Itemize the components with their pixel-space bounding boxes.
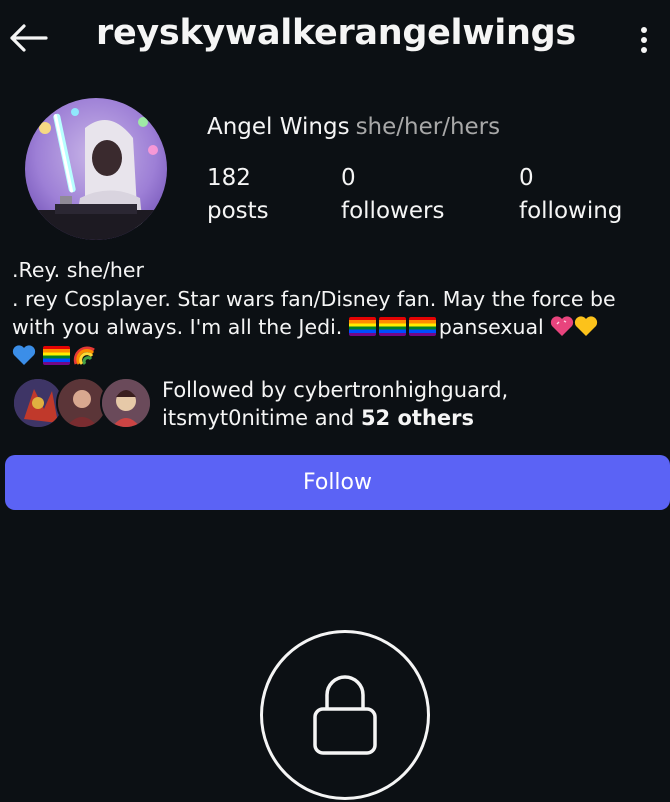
following-count: 0 <box>519 165 534 191</box>
posts-count: 182 <box>207 165 251 191</box>
rainbow-flag-icon <box>42 345 70 365</box>
profile-username: reyskywalkerangelwings <box>96 13 576 53</box>
bio-line <box>12 342 662 371</box>
posts-label: posts <box>207 198 269 224</box>
following-label: following <box>519 198 623 224</box>
posts-stat[interactable]: 182 posts <box>207 162 269 228</box>
bio: .Rey. she/her . rey Cosplayer. Star wars… <box>12 256 662 370</box>
rainbow-flag-icon <box>408 317 436 336</box>
avatar-image <box>25 98 167 240</box>
rainbow-flag-icon <box>348 317 376 336</box>
blue-heart-icon <box>12 344 36 365</box>
display-name: Angel Wings <box>207 114 350 140</box>
followed-by-names: itsmyt0nitime and <box>162 406 361 430</box>
top-bar: reyskywalkerangelwings <box>0 0 670 74</box>
pink-heart-icon <box>551 316 574 336</box>
following-stat[interactable]: 0 following <box>519 162 622 228</box>
bio-text: with you always. I'm all the Jedi. <box>12 315 349 339</box>
followers-label: followers <box>341 198 445 224</box>
follow-button[interactable]: Follow <box>5 455 670 510</box>
bio-line: .Rey. she/her <box>12 258 144 282</box>
rainbow-flag-icon <box>378 317 406 336</box>
followed-by-others: 52 others <box>360 406 474 430</box>
bio-text: pansexual <box>438 315 551 339</box>
back-button[interactable] <box>6 18 50 58</box>
yellow-heart-icon <box>575 316 598 336</box>
followed-by-line: Followed by cybertronhighguard, <box>162 378 509 402</box>
more-vertical-icon <box>641 27 647 53</box>
arrow-left-icon <box>10 24 48 52</box>
name-row: Angel Wings she/her/hers <box>207 114 500 140</box>
profile-avatar[interactable] <box>25 98 167 240</box>
followed-by-line: itsmyt0nitime and 52 others <box>162 404 508 432</box>
rainbow-icon <box>73 346 95 365</box>
lock-icon <box>313 675 377 755</box>
followers-count: 0 <box>341 165 356 191</box>
avatar <box>100 377 152 429</box>
bio-line: . rey Cosplayer. Star wars fan/Disney fa… <box>12 286 616 311</box>
more-options-button[interactable] <box>630 18 658 62</box>
bio-line: with you always. I'm all the Jedi. panse… <box>12 313 662 342</box>
profile-page: reyskywalkerangelwings Angel Wings she/h… <box>0 0 670 802</box>
private-account-lock <box>260 630 430 800</box>
followed-by-avatars[interactable] <box>12 377 152 429</box>
followed-by-text[interactable]: Followed by cybertronhighguard, itsmyt0n… <box>162 376 508 432</box>
followers-stat[interactable]: 0 followers <box>341 162 444 228</box>
pronouns: she/her/hers <box>355 114 501 140</box>
